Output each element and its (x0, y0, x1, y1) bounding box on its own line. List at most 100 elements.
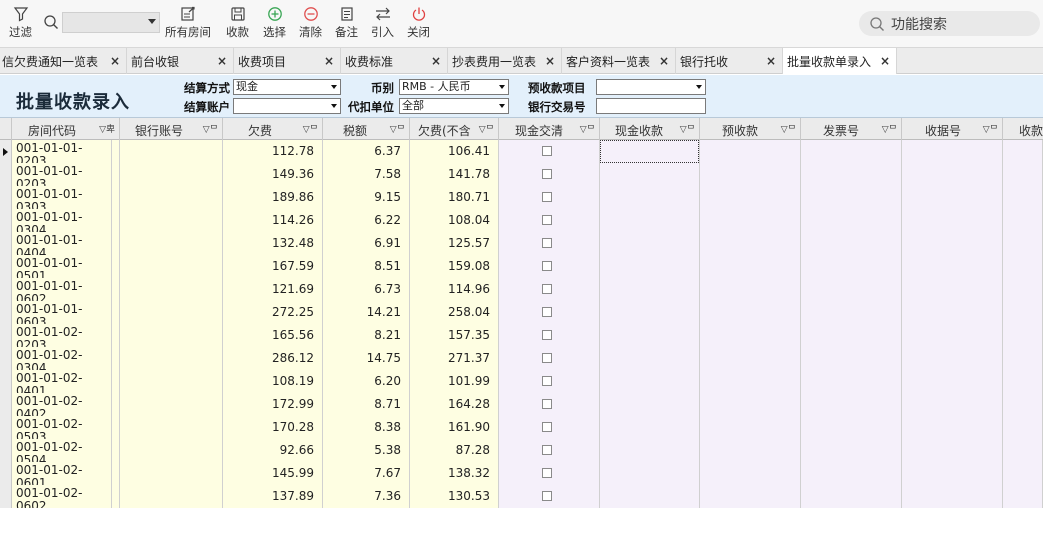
cash-settled-checkbox[interactable] (542, 445, 552, 455)
import-button[interactable]: 引入 (371, 4, 394, 44)
table-row[interactable]: 001-01-02- 0503 170.28 8.38 161.90 (0, 416, 1043, 439)
cell-invoice-no[interactable] (801, 370, 902, 393)
cell-cash-received[interactable] (600, 163, 700, 186)
table-row[interactable]: 001-01-01- 0501 167.59 8.51 159.08 (0, 255, 1043, 278)
cell-invoice-no[interactable] (801, 439, 902, 462)
cell-prepayment[interactable] (700, 370, 801, 393)
search-icon[interactable] (43, 14, 59, 33)
cell-invoice-no[interactable] (801, 347, 902, 370)
cell-prepayment[interactable] (700, 393, 801, 416)
cell-cash-received[interactable] (600, 324, 700, 347)
cash-settled-checkbox[interactable] (542, 307, 552, 317)
cell-receipt-no[interactable] (902, 393, 1003, 416)
filter-pin-icon[interactable]: ▽ᄆ (580, 122, 595, 135)
cash-settled-checkbox[interactable] (542, 146, 552, 156)
tab-bank-collection[interactable]: 银行托收 × (676, 48, 783, 74)
cash-settled-checkbox[interactable] (542, 215, 552, 225)
cell-cash-settled[interactable] (499, 439, 600, 462)
cell-cash-settled[interactable] (499, 462, 600, 485)
cell-cash-received[interactable] (600, 347, 700, 370)
column-header-bank-account[interactable]: 银行账号 ▽ᄆ (120, 118, 223, 140)
table-row[interactable]: 001-01-02- 0304 286.12 14.75 271.37 (0, 347, 1043, 370)
cash-settled-checkbox[interactable] (542, 468, 552, 478)
cell-cash-settled[interactable] (499, 347, 600, 370)
cell-cash-settled[interactable] (499, 186, 600, 209)
cell-cash-received[interactable] (600, 232, 700, 255)
cell-receipt-no[interactable] (902, 140, 1003, 163)
cell-collection[interactable] (1003, 186, 1043, 209)
cell-collection[interactable] (1003, 416, 1043, 439)
cell-receipt-no[interactable] (902, 462, 1003, 485)
cell-cash-received[interactable] (600, 186, 700, 209)
close-icon[interactable]: × (431, 54, 441, 68)
table-row[interactable]: 001-01-01- 0404 132.48 6.91 125.57 (0, 232, 1043, 255)
cell-collection[interactable] (1003, 163, 1043, 186)
column-header-cash-received[interactable]: 现金收款 ▽ᄆ (600, 118, 700, 140)
close-icon[interactable]: × (324, 54, 334, 68)
table-row[interactable]: 001-01-01- 0203 149.36 7.58 141.78 (0, 163, 1043, 186)
cell-cash-received[interactable] (600, 439, 700, 462)
cash-settled-checkbox[interactable] (542, 353, 552, 363)
filter-button[interactable]: 过滤 (9, 4, 32, 44)
cell-cash-settled[interactable] (499, 324, 600, 347)
filter-pin-icon[interactable]: ▽ᄆ (479, 122, 494, 135)
row-selector[interactable] (0, 163, 12, 186)
cell-invoice-no[interactable] (801, 232, 902, 255)
tab-batch-receipt-entry[interactable]: 批量收款单录入 × (783, 48, 897, 74)
row-selector[interactable] (0, 209, 12, 232)
column-header-owed-net[interactable]: 欠费(不含 ▽ᄆ (410, 118, 499, 140)
cell-cash-received[interactable] (600, 301, 700, 324)
table-row[interactable]: 001-01-02- 0402 172.99 8.71 164.28 (0, 393, 1043, 416)
cell-invoice-no[interactable] (801, 163, 902, 186)
close-icon[interactable]: × (659, 54, 669, 68)
cell-cash-settled[interactable] (499, 393, 600, 416)
cell-cash-settled[interactable] (499, 163, 600, 186)
filter-pin-icon[interactable]: ▽ᄆ (983, 122, 998, 135)
cell-collection[interactable] (1003, 324, 1043, 347)
table-row[interactable]: 001-01-02- 0601 145.99 7.67 138.32 (0, 462, 1043, 485)
cell-invoice-no[interactable] (801, 324, 902, 347)
filter-pin-icon[interactable]: ▽ᄆ (203, 122, 218, 135)
cell-collection[interactable] (1003, 140, 1043, 163)
cell-cash-received[interactable] (600, 416, 700, 439)
collect-button[interactable]: 收款 (226, 4, 249, 44)
currency-select[interactable]: RMB - 人民币 (399, 79, 509, 95)
settle-method-select[interactable]: 现金 (233, 79, 341, 95)
cell-receipt-no[interactable] (902, 301, 1003, 324)
cash-settled-checkbox[interactable] (542, 238, 552, 248)
cell-collection[interactable] (1003, 209, 1043, 232)
cell-cash-settled[interactable] (499, 232, 600, 255)
cell-prepayment[interactable] (700, 140, 801, 163)
table-row[interactable]: 001-01-02- 0203 165.56 8.21 157.35 (0, 324, 1043, 347)
cell-cash-received[interactable] (600, 485, 700, 508)
column-header-owed[interactable]: 欠费 ▽ᄆ (223, 118, 323, 140)
cash-settled-checkbox[interactable] (542, 330, 552, 340)
cell-collection[interactable] (1003, 370, 1043, 393)
cash-settled-checkbox[interactable] (542, 261, 552, 271)
table-row[interactable]: 001-01-01- 0304 114.26 6.22 108.04 (0, 209, 1043, 232)
close-icon[interactable]: × (110, 54, 120, 68)
row-selector[interactable] (0, 485, 12, 508)
cell-cash-received[interactable] (600, 255, 700, 278)
cell-cash-settled[interactable] (499, 278, 600, 301)
filter-pin-icon[interactable]: ▽ᄆ (680, 122, 695, 135)
cell-collection[interactable] (1003, 485, 1043, 508)
cell-invoice-no[interactable] (801, 393, 902, 416)
all-rooms-button[interactable]: 所有房间 (165, 4, 211, 44)
cell-collection[interactable] (1003, 232, 1043, 255)
cell-receipt-no[interactable] (902, 278, 1003, 301)
cell-prepayment[interactable] (700, 163, 801, 186)
cell-receipt-no[interactable] (902, 485, 1003, 508)
close-icon[interactable]: × (217, 54, 227, 68)
cell-prepayment[interactable] (700, 439, 801, 462)
cash-settled-checkbox[interactable] (542, 169, 552, 179)
row-selector[interactable] (0, 140, 12, 163)
close-button[interactable]: 关闭 (407, 4, 430, 44)
cell-invoice-no[interactable] (801, 416, 902, 439)
cell-invoice-no[interactable] (801, 485, 902, 508)
table-row[interactable]: 001-01-01- 0602 121.69 6.73 114.96 (0, 278, 1043, 301)
prepay-item-select[interactable] (596, 79, 706, 95)
cell-cash-received[interactable] (600, 278, 700, 301)
close-icon[interactable]: × (880, 54, 890, 68)
cell-cash-settled[interactable] (499, 301, 600, 324)
